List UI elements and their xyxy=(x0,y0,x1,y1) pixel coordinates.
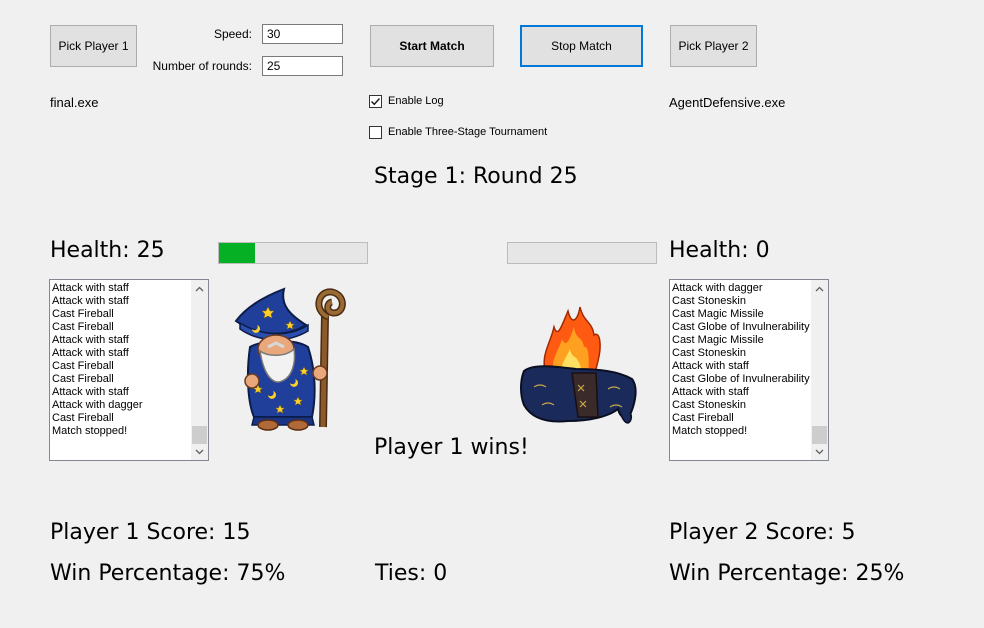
player1-health-label: Health: 25 xyxy=(50,238,165,263)
player2-log-list[interactable]: Attack with dagger Cast Stoneskin Cast Mag… xyxy=(669,279,829,461)
pick-player2-button[interactable]: Pick Player 2 xyxy=(670,25,757,67)
ties-label: Ties: 0 xyxy=(375,561,448,586)
rounds-label: Number of rounds: xyxy=(152,59,252,73)
player2-health-label: Health: 0 xyxy=(669,238,770,263)
match-result-label: Player 1 wins! xyxy=(374,435,529,460)
player1-health-fill xyxy=(219,243,255,263)
stage-round-label: Stage 1: Round 25 xyxy=(374,164,578,189)
player1-file-label: final.exe xyxy=(50,95,99,110)
log-entry[interactable]: Cast Fireball xyxy=(52,308,190,321)
player1-health-bar xyxy=(218,242,368,264)
log-entry[interactable]: Attack with staff xyxy=(52,295,190,308)
enable-log-label[interactable]: Enable Log xyxy=(388,95,444,107)
log-entry[interactable]: Cast Fireball xyxy=(52,360,190,373)
log-entry[interactable]: Attack with staff xyxy=(52,386,190,399)
player1-win-percentage-label: Win Percentage: 75% xyxy=(50,561,286,586)
pick-player1-button[interactable]: Pick Player 1 xyxy=(50,25,137,67)
player2-health-bar xyxy=(507,242,657,264)
rounds-input[interactable] xyxy=(262,56,343,76)
log-entry[interactable]: Cast Fireball xyxy=(672,412,810,425)
log-entry[interactable]: Attack with dagger xyxy=(52,399,190,412)
log-entry[interactable]: Cast Stoneskin xyxy=(672,347,810,360)
log-entry[interactable]: Attack with staff xyxy=(672,360,810,373)
log-entry[interactable]: Match stopped! xyxy=(52,425,190,438)
enable-log-checkbox[interactable] xyxy=(369,95,382,108)
wizard-sprite xyxy=(234,287,346,431)
log-entry[interactable]: Attack with staff xyxy=(52,347,190,360)
scroll-up-arrow-icon[interactable] xyxy=(811,280,828,297)
player1-log-scrollbar[interactable] xyxy=(191,280,208,460)
start-match-button[interactable]: Start Match xyxy=(370,25,494,67)
log-entry[interactable]: Attack with staff xyxy=(52,334,190,347)
scroll-up-arrow-icon[interactable] xyxy=(191,280,208,297)
scroll-down-arrow-icon[interactable] xyxy=(811,443,828,460)
player1-log-scroll-thumb[interactable] xyxy=(192,426,207,444)
player2-score-label: Player 2 Score: 5 xyxy=(669,520,856,545)
scroll-down-arrow-icon[interactable] xyxy=(191,443,208,460)
player2-log-scrollbar[interactable] xyxy=(811,280,828,460)
log-entry[interactable]: Cast Fireball xyxy=(52,412,190,425)
log-entry[interactable]: Attack with staff xyxy=(52,282,190,295)
player1-log-list[interactable]: Attack with staff Attack with staff Cast F… xyxy=(49,279,209,461)
log-entry[interactable]: Attack with dagger xyxy=(672,282,810,295)
log-entry[interactable]: Cast Fireball xyxy=(52,321,190,334)
log-entry[interactable]: Cast Globe of Invulnerability xyxy=(672,321,810,334)
burning-robe-sprite xyxy=(520,306,637,424)
checkmark-icon xyxy=(370,97,381,106)
player1-score-label: Player 1 Score: 15 xyxy=(50,520,251,545)
log-entry[interactable]: Cast Stoneskin xyxy=(672,295,810,308)
speed-label: Speed: xyxy=(213,27,252,41)
log-entry[interactable]: Cast Globe of Invulnerability xyxy=(672,373,810,386)
speed-input[interactable] xyxy=(262,24,343,44)
enable-tournament-label[interactable]: Enable Three-Stage Tournament xyxy=(388,126,547,138)
player2-win-percentage-label: Win Percentage: 25% xyxy=(669,561,905,586)
log-entry[interactable]: Cast Magic Missile xyxy=(672,334,810,347)
wizard-staff-icon xyxy=(315,288,346,428)
enable-tournament-checkbox[interactable] xyxy=(369,126,382,139)
log-entry[interactable]: Cast Fireball xyxy=(52,373,190,386)
log-entry[interactable]: Cast Magic Missile xyxy=(672,308,810,321)
log-entry[interactable]: Attack with staff xyxy=(672,386,810,399)
player2-file-label: AgentDefensive.exe xyxy=(669,95,786,110)
log-entry[interactable]: Match stopped! xyxy=(672,425,810,438)
stop-match-button[interactable]: Stop Match xyxy=(520,25,643,67)
log-entry[interactable]: Cast Stoneskin xyxy=(672,399,810,412)
player2-log-scroll-thumb[interactable] xyxy=(812,426,827,444)
